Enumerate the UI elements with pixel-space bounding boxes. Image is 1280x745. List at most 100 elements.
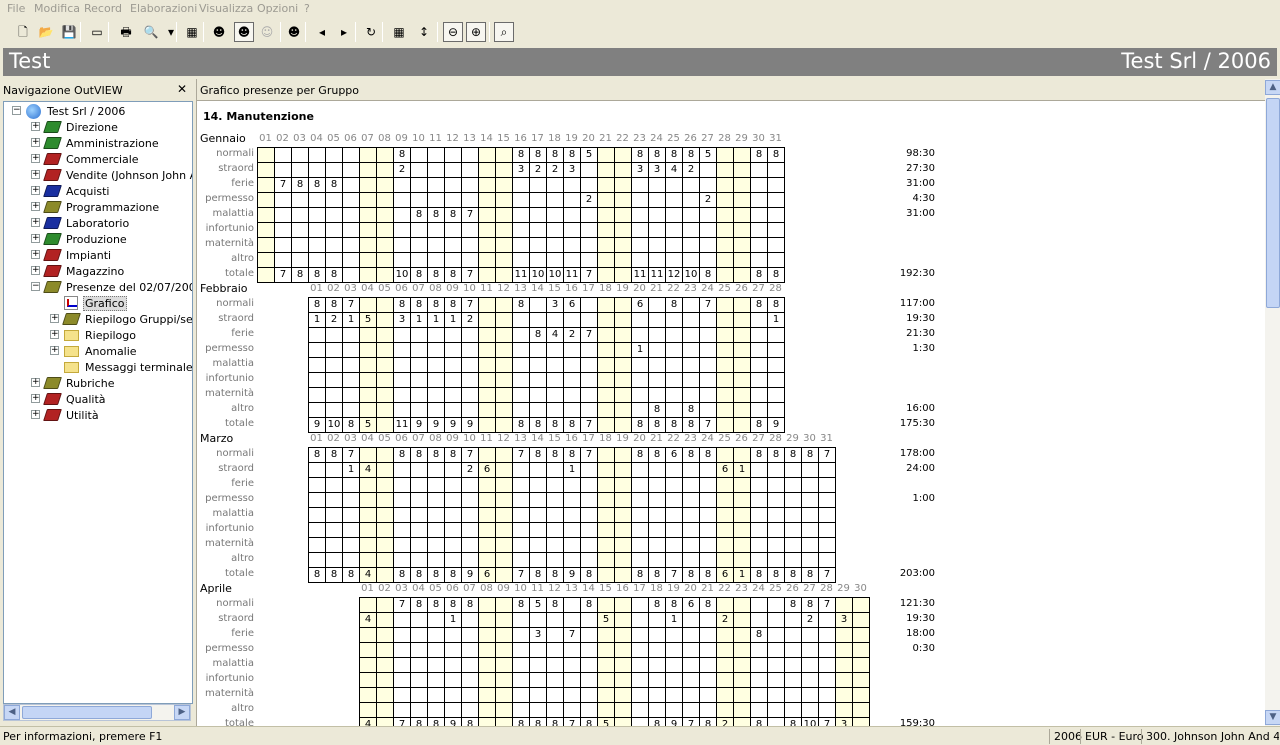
refresh-icon[interactable]: ↻	[361, 22, 381, 42]
tree-item[interactable]: Anomalie	[64, 343, 138, 359]
tree-item[interactable]: Commerciale	[43, 151, 140, 167]
scroll-thumb[interactable]	[1266, 98, 1280, 308]
tree-expander[interactable]: +	[50, 330, 59, 339]
day-cell	[394, 373, 411, 388]
tree-expander[interactable]: +	[31, 202, 40, 211]
close-icon[interactable]: ✕	[177, 82, 187, 96]
tree-item[interactable]: Grafico	[64, 295, 127, 311]
tree-expander[interactable]: +	[31, 410, 40, 419]
tree-expander[interactable]: −	[31, 282, 40, 291]
tree-item[interactable]: Magazzino	[43, 263, 125, 279]
day-cell	[615, 688, 632, 703]
tree-item[interactable]: Programmazione	[43, 199, 160, 215]
tree-expander[interactable]: +	[31, 122, 40, 131]
tree-item[interactable]: Laboratorio	[43, 215, 130, 231]
dropdown-icon[interactable]: ▾	[161, 22, 181, 42]
tree-item[interactable]: Utilità	[43, 407, 100, 423]
sort-icon[interactable]: ↕	[414, 22, 434, 42]
day-cell	[258, 268, 275, 283]
zoom-in-icon[interactable]: ⊕	[466, 22, 486, 42]
tree-item[interactable]: Produzione	[43, 231, 128, 247]
menu-0[interactable]: File	[7, 2, 25, 15]
day-cell	[343, 268, 360, 283]
scroll-left-icon[interactable]: ◀	[4, 705, 20, 720]
print-preview-icon[interactable]: 🔍	[141, 22, 161, 42]
card-icon[interactable]: ▭	[87, 22, 107, 42]
tree-item[interactable]: Rubriche	[43, 375, 115, 391]
zoom-out-icon[interactable]: ⊖	[443, 22, 463, 42]
day-cell: 8	[445, 568, 462, 583]
day-cell	[632, 703, 649, 718]
tree-expander[interactable]: +	[31, 186, 40, 195]
user-active-icon[interactable]: ☻	[234, 22, 254, 42]
tree-expander[interactable]: +	[50, 346, 59, 355]
scroll-down-icon[interactable]: ▼	[1265, 710, 1280, 725]
day-cell	[564, 313, 581, 328]
menu-4[interactable]: Visualizza	[199, 2, 253, 15]
tree-expander[interactable]: +	[31, 234, 40, 243]
tree-expander[interactable]: +	[31, 250, 40, 259]
horizontal-scrollbar[interactable]: ◀ ▶	[3, 704, 191, 721]
day-cell	[360, 358, 377, 373]
section-title: 14. Manutenzione	[203, 110, 314, 123]
tree-expander[interactable]: +	[31, 218, 40, 227]
day-cell	[377, 193, 394, 208]
report-icon[interactable]: ▦	[182, 22, 202, 42]
find-icon[interactable]: ⌕	[494, 22, 514, 42]
tree-item[interactable]: Impianti	[43, 247, 112, 263]
tree-expander[interactable]: −	[12, 106, 21, 115]
day-cell	[394, 688, 411, 703]
day-cell	[547, 478, 564, 493]
user-disabled-icon[interactable]: ☺	[257, 22, 277, 42]
day-cell	[479, 193, 496, 208]
day-cell	[683, 643, 700, 658]
tree-item[interactable]: Direzione	[43, 119, 119, 135]
tree-expander[interactable]: +	[31, 154, 40, 163]
day-cell	[496, 463, 513, 478]
tree-expander[interactable]: +	[31, 378, 40, 387]
print-icon[interactable]: 🖶	[116, 22, 136, 42]
tree-item[interactable]: Acquisti	[43, 183, 111, 199]
user-icon[interactable]: ☻	[209, 22, 229, 42]
tree-expander[interactable]: +	[31, 138, 40, 147]
tree-item[interactable]: Riepilogo Gruppi/settim	[62, 311, 192, 327]
tree-item[interactable]: Amministrazione	[43, 135, 160, 151]
day-number: 10	[412, 133, 425, 144]
tree-expander[interactable]: +	[31, 394, 40, 403]
tree-item[interactable]: Qualità	[43, 391, 107, 407]
day-cell: 6	[564, 298, 581, 313]
vertical-scrollbar[interactable]: ▲ ▼	[1265, 79, 1280, 726]
scroll-thumb[interactable]	[22, 706, 152, 719]
day-cell	[326, 403, 343, 418]
tree-item[interactable]: Vendite (Johnson John And	[43, 167, 192, 183]
user-search-icon[interactable]: ☻	[284, 22, 304, 42]
tree-expander[interactable]: +	[31, 266, 40, 275]
open-icon[interactable]: 📂	[36, 22, 56, 42]
menu-3[interactable]: Elaborazioni	[130, 2, 197, 15]
tree-item[interactable]: Test Srl / 2006	[26, 103, 126, 119]
scroll-up-icon[interactable]: ▲	[1265, 80, 1280, 95]
tree-expander[interactable]: +	[50, 314, 59, 323]
menu-1[interactable]: Modifica	[34, 2, 80, 15]
next-icon[interactable]: ▸	[334, 22, 354, 42]
tree-item[interactable]: Presenze del 02/07/2008	[43, 279, 192, 295]
day-cell	[496, 388, 513, 403]
navigation-tree[interactable]: − Test Srl / 2006 + Direzione + Amministrazio…	[3, 101, 193, 704]
day-cell: 8	[768, 568, 785, 583]
save-icon[interactable]: 💾	[59, 22, 79, 42]
day-cell	[768, 523, 785, 538]
month-label: Gennaio	[200, 132, 246, 145]
prev-icon[interactable]: ◂	[312, 22, 332, 42]
day-cell	[581, 673, 598, 688]
menu-6[interactable]: ?	[304, 2, 310, 15]
tree-expander[interactable]: +	[31, 170, 40, 179]
scroll-right-icon[interactable]: ▶	[174, 705, 190, 720]
tree-item[interactable]: Riepilogo	[64, 327, 137, 343]
new-icon[interactable]: 🗋	[13, 22, 33, 42]
day-cell: 8	[309, 448, 326, 463]
menu-2[interactable]: Record	[84, 2, 122, 15]
menu-5[interactable]: Opzioni	[257, 2, 298, 15]
tree-item[interactable]: Messaggi terminale pre	[64, 359, 192, 375]
chart-icon[interactable]: ▦	[389, 22, 409, 42]
day-cell	[496, 178, 513, 193]
